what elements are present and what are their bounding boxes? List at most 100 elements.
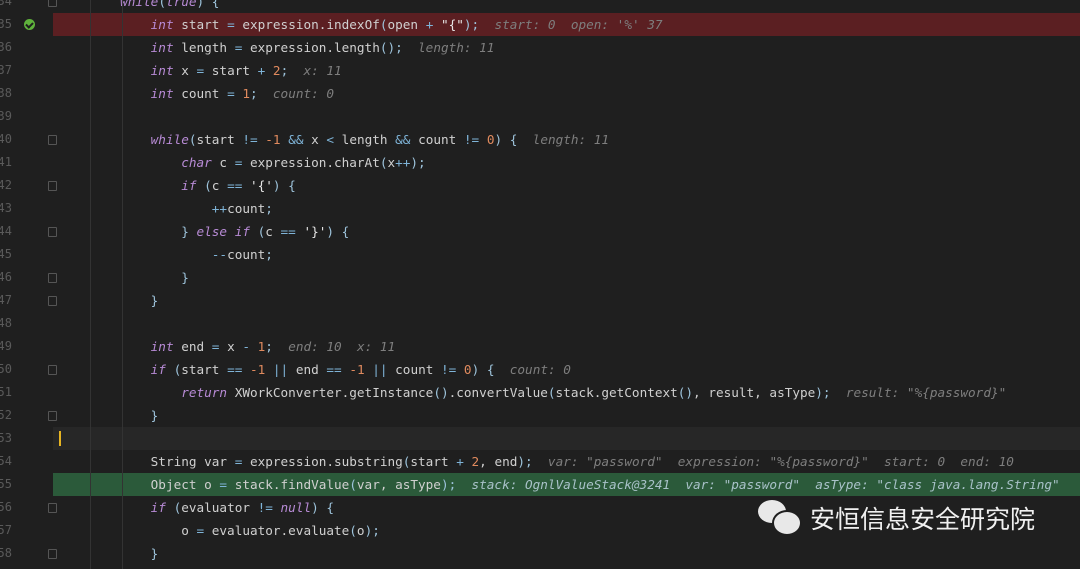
line-number[interactable]: 58 bbox=[0, 542, 12, 565]
code-line[interactable]: 36 int length = expression.length(); len… bbox=[0, 36, 1080, 59]
code-token: evaluator bbox=[181, 500, 258, 515]
code-editor[interactable]: 34 while(true) {35 int start = expressio… bbox=[0, 0, 1080, 565]
code-line[interactable]: 47 } bbox=[0, 289, 1080, 312]
code-token: x bbox=[303, 132, 327, 147]
fold-marker-icon[interactable] bbox=[48, 503, 57, 513]
inline-debug-value: result: "%{password}" bbox=[830, 385, 1007, 400]
breakpoint-check-icon[interactable] bbox=[24, 19, 35, 30]
line-number[interactable]: 41 bbox=[0, 151, 12, 174]
inline-debug-value: count: 0 bbox=[257, 86, 335, 101]
code-token: expression.length bbox=[242, 40, 380, 55]
line-number[interactable]: 51 bbox=[0, 381, 12, 404]
line-number[interactable]: 48 bbox=[0, 312, 12, 335]
line-number[interactable]: 44 bbox=[0, 220, 12, 243]
code-line[interactable]: 52 } bbox=[0, 404, 1080, 427]
code-text: while(true) { bbox=[59, 0, 219, 13]
fold-marker-icon[interactable] bbox=[48, 549, 57, 559]
inline-debug-value: stack: OgnlValueStack@3241 var: "passwor… bbox=[456, 477, 1060, 492]
code-line[interactable]: 44 } else if (c == '}') { bbox=[0, 220, 1080, 243]
code-token: } bbox=[181, 270, 189, 285]
line-number[interactable]: 54 bbox=[0, 450, 12, 473]
code-token: if bbox=[150, 362, 166, 377]
code-token: c bbox=[211, 178, 228, 193]
line-number[interactable]: 36 bbox=[0, 36, 12, 59]
line-number[interactable]: 47 bbox=[0, 289, 12, 312]
code-token: count bbox=[227, 201, 266, 216]
code-token: || bbox=[364, 362, 388, 377]
line-number[interactable]: 52 bbox=[0, 404, 12, 427]
code-token: length bbox=[173, 40, 235, 55]
code-line[interactable]: 46 } bbox=[0, 266, 1080, 289]
code-token: ) { bbox=[471, 362, 495, 377]
code-token: int bbox=[150, 86, 174, 101]
code-token: var, asType bbox=[356, 477, 441, 492]
code-token: count bbox=[227, 247, 266, 262]
line-number[interactable]: 50 bbox=[0, 358, 12, 381]
code-token: ( bbox=[196, 178, 212, 193]
code-line[interactable]: 41 char c = expression.charAt(x++); bbox=[0, 151, 1080, 174]
code-text: Object o = stack.findValue(var, asType);… bbox=[59, 473, 1060, 496]
code-line[interactable]: 45 --count; bbox=[0, 243, 1080, 266]
code-line[interactable]: 58 } bbox=[0, 542, 1080, 565]
code-token: .convertValue bbox=[448, 385, 548, 400]
line-number[interactable]: 49 bbox=[0, 335, 12, 358]
code-line[interactable]: 38 int count = 1; count: 0 bbox=[0, 82, 1080, 105]
code-text: char c = expression.charAt(x++); bbox=[59, 151, 425, 174]
line-number[interactable]: 56 bbox=[0, 496, 12, 519]
line-number[interactable]: 34 bbox=[0, 0, 12, 13]
execution-line[interactable]: 55 Object o = stack.findValue(var, asTyp… bbox=[0, 473, 1080, 496]
code-line[interactable]: 54 String var = expression.substring(sta… bbox=[0, 450, 1080, 473]
code-text: String var = expression.substring(start … bbox=[59, 450, 1014, 473]
fold-marker-icon[interactable] bbox=[48, 411, 57, 421]
code-line[interactable]: 51 return XWorkConverter.getInstance().c… bbox=[0, 381, 1080, 404]
code-line[interactable]: 42 if (c == '{') { bbox=[0, 174, 1080, 197]
code-token: ( bbox=[165, 500, 182, 515]
code-line[interactable]: 43 ++count; bbox=[0, 197, 1080, 220]
code-line[interactable]: 34 while(true) { bbox=[0, 0, 1080, 13]
code-token: ) { bbox=[311, 500, 335, 515]
line-number[interactable]: 45 bbox=[0, 243, 12, 266]
line-number[interactable]: 38 bbox=[0, 82, 12, 105]
code-token: stack.findValue bbox=[227, 477, 350, 492]
current-line[interactable]: 53 bbox=[0, 427, 1080, 450]
line-number[interactable]: 57 bbox=[0, 519, 12, 542]
code-token: start bbox=[204, 63, 258, 78]
line-number[interactable]: 37 bbox=[0, 59, 12, 82]
code-token: int bbox=[150, 63, 174, 78]
code-token: && bbox=[395, 132, 411, 147]
inline-debug-value: count: 0 bbox=[494, 362, 571, 377]
breakpoint-line[interactable]: 35 int start = expression.indexOf(open +… bbox=[0, 13, 1080, 36]
code-token: != bbox=[463, 132, 480, 147]
code-token: != bbox=[441, 362, 457, 377]
line-number[interactable]: 40 bbox=[0, 128, 12, 151]
line-number[interactable]: 39 bbox=[0, 105, 12, 128]
code-line[interactable]: 37 int x = start + 2; x: 11 bbox=[0, 59, 1080, 82]
code-token: != bbox=[257, 500, 273, 515]
fold-marker-icon[interactable] bbox=[48, 0, 57, 7]
line-number[interactable]: 35 bbox=[0, 13, 12, 36]
code-line[interactable]: 50 if (start == -1 || end == -1 || count… bbox=[0, 358, 1080, 381]
line-number[interactable]: 55 bbox=[0, 473, 12, 496]
code-token: o bbox=[181, 523, 197, 538]
line-number[interactable]: 43 bbox=[0, 197, 12, 220]
code-token: ; bbox=[250, 86, 258, 101]
line-number[interactable]: 46 bbox=[0, 266, 12, 289]
code-token: '}' bbox=[295, 224, 327, 239]
fold-marker-icon[interactable] bbox=[48, 296, 57, 306]
code-text: } bbox=[59, 289, 159, 312]
code-line[interactable]: 40 while(start != -1 && x < length && co… bbox=[0, 128, 1080, 151]
fold-marker-icon[interactable] bbox=[48, 273, 57, 283]
fold-marker-icon[interactable] bbox=[48, 135, 57, 145]
line-number[interactable]: 53 bbox=[0, 427, 12, 450]
fold-marker-icon[interactable] bbox=[48, 227, 57, 237]
line-number[interactable]: 42 bbox=[0, 174, 12, 197]
code-line[interactable]: 39 bbox=[0, 105, 1080, 128]
code-line[interactable]: 49 int end = x - 1; end: 10 x: 11 bbox=[0, 335, 1080, 358]
code-token: int bbox=[150, 339, 174, 354]
fold-marker-icon[interactable] bbox=[48, 365, 57, 375]
code-token: ) { bbox=[326, 224, 350, 239]
code-line[interactable]: 48 bbox=[0, 312, 1080, 335]
code-token: == bbox=[326, 362, 342, 377]
inline-debug-value: length: 11 bbox=[402, 40, 495, 55]
fold-marker-icon[interactable] bbox=[48, 181, 57, 191]
